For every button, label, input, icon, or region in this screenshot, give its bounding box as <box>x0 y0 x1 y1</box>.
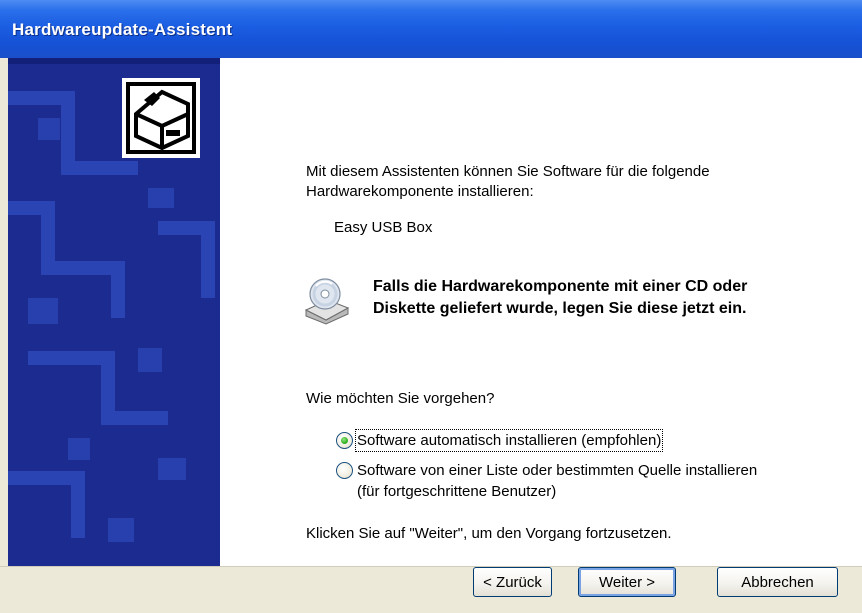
cd-notice-line2: Diskette geliefert wurde, legen Sie dies… <box>373 300 747 317</box>
cd-drive-icon <box>302 276 352 331</box>
hardware-wizard-icon <box>122 78 200 158</box>
question-text: Wie möchten Sie vorgehen? <box>306 390 495 407</box>
cancel-button[interactable]: Abbrechen <box>717 567 838 597</box>
continue-hint: Klicken Sie auf "Weiter", um den Vorgang… <box>306 525 672 542</box>
back-button[interactable]: < Zurück <box>473 567 552 597</box>
wizard-side-panel <box>8 58 220 566</box>
intro-text-line1: Mit diesem Assistenten können Sie Softwa… <box>306 163 710 180</box>
title-bar[interactable]: Hardwareupdate-Assistent <box>0 0 862 58</box>
intro-text-line2: Hardwarekomponente installieren: <box>306 183 534 200</box>
radio-auto-install-label[interactable]: Software automatisch installieren (empfo… <box>354 429 664 452</box>
radio-list-install[interactable] <box>336 462 353 479</box>
cd-notice-line1: Falls die Hardwarekomponente mit einer C… <box>373 278 748 295</box>
wizard-content: Mit diesem Assistenten können Sie Softwa… <box>220 58 862 566</box>
device-name: Easy USB Box <box>334 219 433 236</box>
wizard-window: Hardwareupdate-Assistent Mit diesem Assi… <box>0 0 862 613</box>
window-title: Hardwareupdate-Assistent <box>12 20 233 39</box>
radio-list-install-label-line2[interactable]: (für fortgeschrittene Benutzer) <box>357 482 556 501</box>
radio-auto-install[interactable] <box>336 432 353 449</box>
radio-list-install-label[interactable]: Software von einer Liste oder bestimmten… <box>357 461 757 480</box>
next-button[interactable]: Weiter > <box>578 567 676 597</box>
radio-selected-dot <box>341 437 348 444</box>
